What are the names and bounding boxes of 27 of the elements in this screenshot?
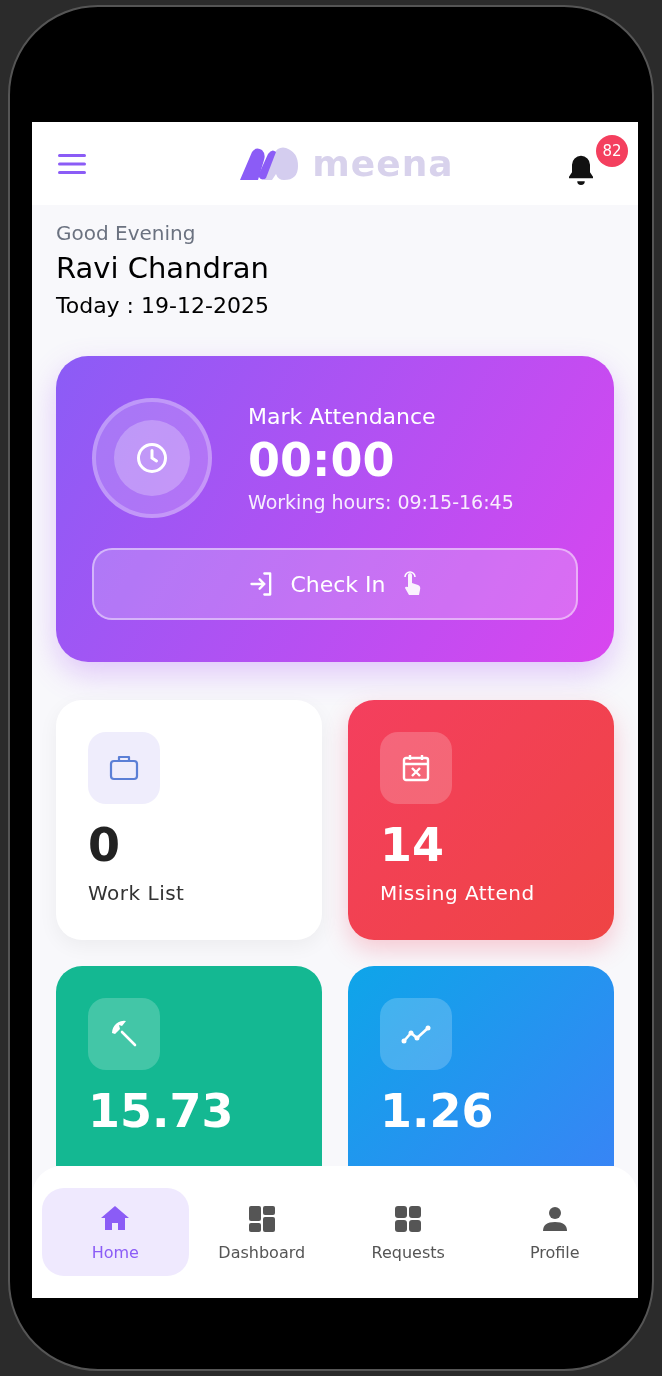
stat-label: Work List [88, 880, 186, 905]
stat-value: 14 [380, 820, 445, 871]
user-name: Ravi Chandran [56, 251, 270, 285]
nav-tab[interactable]: Dashboard [188, 1188, 335, 1276]
timer-text: 00:00 [248, 432, 396, 487]
stat-label: Missing Attend [380, 880, 536, 905]
bell-icon[interactable] [566, 154, 596, 185]
card-title: Mark Attendance [248, 403, 437, 429]
stat-value: 1.26 [380, 1086, 495, 1137]
briefcase-icon [109, 753, 139, 783]
nav-tab[interactable]: Profile [481, 1188, 628, 1276]
stat-card[interactable]: 14 Missing Attend [348, 700, 614, 940]
nav-tab[interactable]: Home [42, 1188, 189, 1276]
stat-card[interactable]: 1.26 [348, 966, 614, 1166]
stat-card[interactable]: 0 Work List [56, 700, 322, 940]
stat-card[interactable]: 15.73 [56, 966, 322, 1166]
date-text: Today : 19-12-2025 [56, 293, 270, 318]
check-in-button[interactable]: Check In [92, 548, 578, 620]
stat-value: 0 [88, 820, 121, 871]
stat-value: 15.73 [88, 1086, 235, 1137]
menu-icon[interactable] [58, 153, 86, 174]
nav-tab[interactable]: Requests [335, 1188, 482, 1276]
calendar-x-icon [401, 753, 431, 783]
notification-badge: 82 [596, 134, 628, 167]
greeting-text: Good Evening [56, 221, 197, 245]
clock-icon [134, 440, 170, 476]
working-hours-text: Working hours: 09:15-16:45 [248, 490, 514, 513]
